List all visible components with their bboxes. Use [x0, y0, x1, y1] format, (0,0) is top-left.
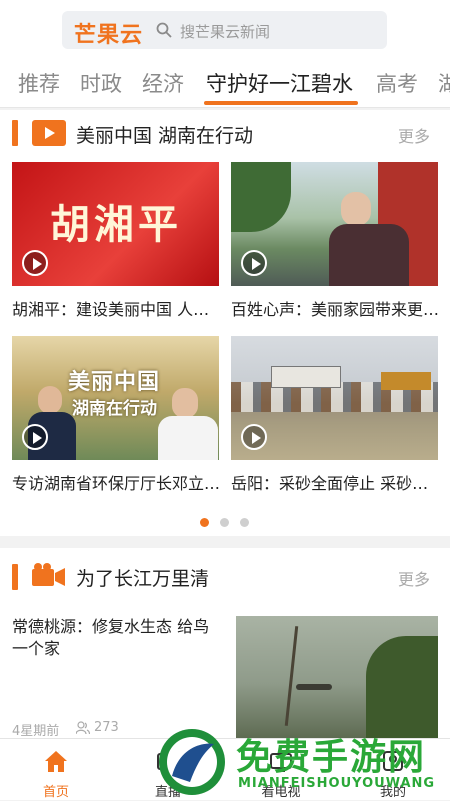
- play-icon: [22, 424, 48, 450]
- dead-tree: [284, 626, 299, 726]
- play-icon: [241, 424, 267, 450]
- article-title[interactable]: 常德桃源：修复水生态 给鸟一个家: [12, 616, 222, 660]
- video-caption[interactable]: 胡湘平：建设美丽中国 人…: [12, 296, 219, 320]
- guest-face: [172, 388, 198, 418]
- tree-foliage: [231, 162, 291, 232]
- more-link[interactable]: 更多: [398, 566, 430, 590]
- more-link[interactable]: 更多: [398, 123, 430, 147]
- tab-economy[interactable]: 经济: [142, 68, 184, 98]
- video-caption[interactable]: 专访湖南省环保厅厅长邓立…: [12, 470, 219, 494]
- person-face: [341, 192, 371, 226]
- top-bar: 芒果云 搜芒果云新闻: [0, 0, 450, 58]
- section-accent-bar: [12, 564, 18, 590]
- watermark-title: 免费手游网: [236, 737, 427, 778]
- article-thumbnail[interactable]: [236, 616, 438, 738]
- tab-protect-river[interactable]: 守护好一江碧水: [206, 68, 353, 98]
- watermark-subtitle: MIANFEISHOUYOUWANG: [238, 776, 436, 791]
- video-thumbnail[interactable]: 美丽中国 湖南在行动: [12, 336, 219, 460]
- video-thumbnail[interactable]: [231, 336, 438, 460]
- pager-dot[interactable]: [240, 518, 249, 527]
- video-thumbnail[interactable]: [231, 162, 438, 286]
- search-placeholder[interactable]: 搜芒果云新闻: [180, 21, 270, 42]
- video-thumbnail[interactable]: 胡湘平: [12, 162, 219, 286]
- search-box[interactable]: 芒果云 搜芒果云新闻: [62, 11, 387, 49]
- section-title: 美丽中国 湖南在行动: [76, 125, 254, 147]
- video-icon: [32, 120, 66, 146]
- views-icon: [76, 721, 90, 735]
- camera-icon: [32, 563, 65, 586]
- section-accent-bar: [12, 120, 18, 146]
- thumbnail-title: 美丽中国: [68, 370, 161, 395]
- search-icon: [156, 22, 172, 38]
- host-face: [38, 386, 62, 414]
- thumbnail-subtitle: 湖南在行动: [72, 399, 157, 419]
- section-title: 为了长江万里清: [76, 568, 210, 590]
- play-icon: [241, 250, 267, 276]
- article-time: 4星期前: [12, 724, 60, 739]
- play-icon: [22, 250, 48, 276]
- tab-politics[interactable]: 时政: [80, 68, 122, 98]
- watermark-logo-icon: [159, 729, 225, 795]
- nav-home[interactable]: 首页: [11, 739, 101, 801]
- pager-dot-active[interactable]: [200, 518, 209, 527]
- section-card-hunan: 美丽中国 湖南在行动 更多 胡湘平 胡湘平：建设美丽中国 人… 百姓心声：美丽家…: [0, 110, 450, 536]
- home-icon: [45, 751, 67, 772]
- app-logo: 芒果云: [74, 23, 144, 48]
- tab-recommend[interactable]: 推荐: [18, 68, 60, 98]
- birds: [296, 684, 332, 690]
- tab-hunan[interactable]: 湖: [438, 68, 450, 98]
- channel-tabs: 推荐 时政 经济 守护好一江碧水 高考 湖: [0, 58, 450, 108]
- video-caption[interactable]: 百姓心声：美丽家园带来更…: [231, 296, 438, 320]
- crane: [381, 372, 431, 390]
- thumbnail-title: 胡湘平: [50, 201, 182, 248]
- ship-cabin: [271, 366, 341, 388]
- reeds: [366, 636, 438, 738]
- active-tab-indicator: [204, 101, 358, 105]
- guest-body: [158, 416, 218, 460]
- site-watermark: 免费手游网 MIANFEISHOUYOUWANG: [150, 724, 450, 800]
- person-body: [329, 224, 409, 286]
- pager-dot[interactable]: [220, 518, 229, 527]
- section-card-yangtze: 为了长江万里清 更多 常德桃源：修复水生态 给鸟一个家 4星期前 273: [0, 548, 450, 739]
- tab-gaokao[interactable]: 高考: [376, 68, 418, 98]
- video-caption[interactable]: 岳阳：采砂全面停止 采砂…: [231, 470, 438, 494]
- nav-label: 首页: [42, 785, 69, 800]
- view-count: 273: [94, 720, 119, 735]
